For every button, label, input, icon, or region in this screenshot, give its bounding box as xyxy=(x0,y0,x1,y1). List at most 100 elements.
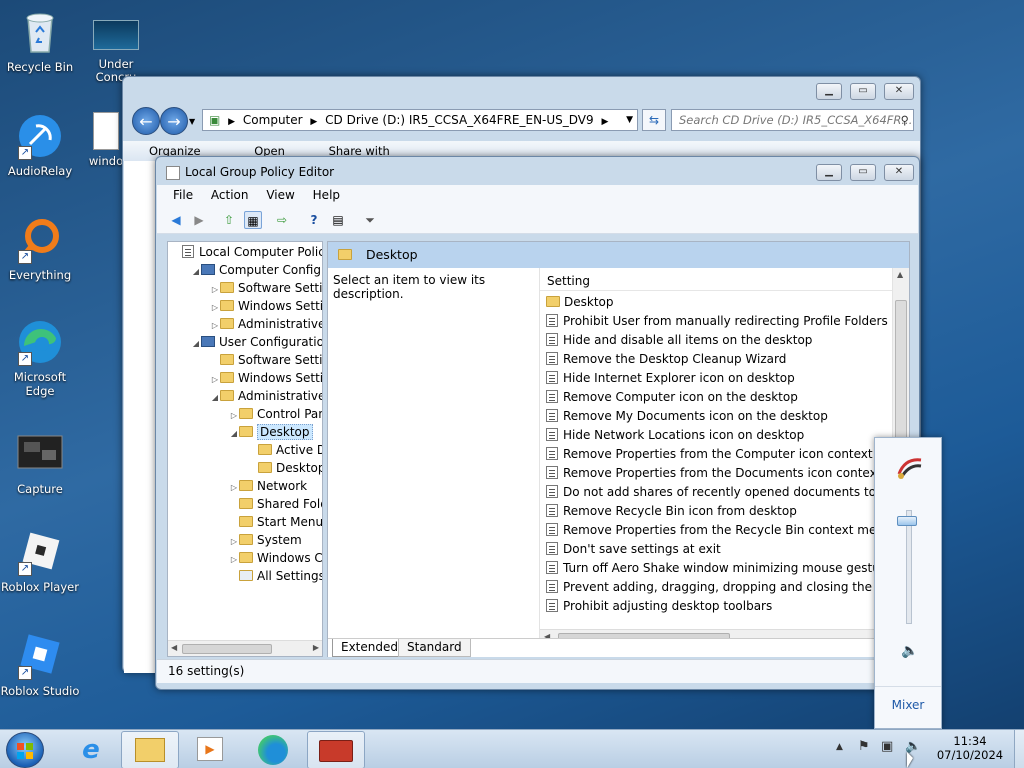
setting-row[interactable]: Remove Properties from the Recycle Bin c… xyxy=(540,521,892,540)
refresh-button[interactable]: ⇆ xyxy=(642,109,666,131)
help-icon[interactable]: ? xyxy=(305,211,323,229)
setting-row[interactable]: Prevent adding, dragging, dropping and c… xyxy=(540,578,892,597)
setting-row[interactable]: Prohibit adjusting desktop toolbars xyxy=(540,597,892,616)
desktop-icon-capture[interactable]: Capture xyxy=(0,430,80,496)
desktop-icon-everything[interactable]: ↗ Everything xyxy=(0,216,80,282)
address-bar[interactable]: ▣ ▶ Computer ▶ CD Drive (D:) IR5_CCSA_X6… xyxy=(202,109,638,131)
taskbar-file-explorer[interactable] xyxy=(121,731,179,768)
setting-row[interactable]: Hide Network Locations icon on desktop xyxy=(540,426,892,445)
tree-node[interactable]: ▷Windows Cor xyxy=(168,549,322,567)
tree-node[interactable]: ▷Administrative Te xyxy=(168,315,322,333)
setting-row[interactable]: Remove Computer icon on the desktop xyxy=(540,388,892,407)
history-dropdown-icon[interactable]: ▼ xyxy=(189,117,195,126)
tree-node[interactable]: ▷ System xyxy=(168,531,322,549)
close-button[interactable]: ✕ xyxy=(884,83,914,100)
address-dropdown-icon[interactable]: ▼ xyxy=(626,110,633,130)
setting-row[interactable]: Hide Internet Explorer icon on desktop xyxy=(540,369,892,388)
desktop-icon-roblox-studio[interactable]: ↗ Roblox Studio xyxy=(0,632,80,698)
search-box[interactable]: Search CD Drive (D:) IR5_CCSA_X64FR... ⚲ xyxy=(671,109,914,131)
mixer-link[interactable]: Mixer xyxy=(875,698,941,712)
back-arrow-icon[interactable]: ◀ xyxy=(167,211,185,229)
tree-node[interactable]: ▷ Network xyxy=(168,477,322,495)
maximize-button[interactable]: ▭ xyxy=(850,164,876,181)
tree-node[interactable]: Start Menu ar xyxy=(168,513,322,531)
desktop-icon-roblox-player[interactable]: ↗ Roblox Player xyxy=(0,528,80,594)
desktop-icon-under-construction[interactable]: Under Concru xyxy=(78,8,154,84)
tree-horizontal-scrollbar[interactable]: ◀ ▶ xyxy=(168,640,322,656)
close-button[interactable]: ✕ xyxy=(884,164,914,181)
tree-node[interactable]: Software Settings xyxy=(168,351,322,369)
tree-node[interactable]: ◢Administrative Te xyxy=(168,387,322,405)
setting-row[interactable]: Turn off Aero Shake window minimizing mo… xyxy=(540,559,892,578)
tree-node[interactable]: ◢ User Configuration xyxy=(168,333,322,351)
show-hidden-icons-button[interactable]: ▲ xyxy=(836,742,843,752)
taskbar-edge[interactable] xyxy=(244,731,302,768)
setting-row[interactable]: Do not add shares of recently opened doc… xyxy=(540,483,892,502)
forward-button[interactable]: → xyxy=(160,107,188,135)
setting-folder-row[interactable]: Desktop xyxy=(540,293,892,312)
setting-row[interactable]: Remove Recycle Bin icon from desktop xyxy=(540,502,892,521)
setting-row[interactable]: Don't save settings at exit xyxy=(540,540,892,559)
setting-row[interactable]: Hide and disable all items on the deskto… xyxy=(540,331,892,350)
volume-slider-thumb[interactable] xyxy=(897,516,917,527)
tree-node[interactable]: Shared Folder xyxy=(168,495,322,513)
tree-pane[interactable]: Local Computer Policy ◢Computer Configura… xyxy=(167,241,323,657)
tree-node[interactable]: All Settings xyxy=(168,567,322,585)
setting-row[interactable]: Remove Properties from the Documents ico… xyxy=(540,464,892,483)
tree-node[interactable]: Active Dir xyxy=(168,441,322,459)
tree-node[interactable]: Local Computer Policy xyxy=(168,243,322,261)
forward-arrow-icon[interactable]: ▶ xyxy=(190,211,208,229)
minimize-button[interactable]: ▁ xyxy=(816,83,842,100)
taskbar-media-player[interactable]: ▶ xyxy=(181,731,239,768)
export-list-icon[interactable]: ⇨ xyxy=(273,211,291,229)
scroll-up-icon[interactable]: ▲ xyxy=(897,270,903,279)
tree-node[interactable]: ◢Computer Configura xyxy=(168,261,322,279)
up-folder-icon[interactable]: ⇧ xyxy=(220,211,238,229)
network-icon[interactable]: ▣ xyxy=(881,739,893,754)
tab-standard[interactable]: Standard xyxy=(398,639,471,657)
taskbar-group-policy-editor[interactable] xyxy=(307,731,365,768)
search-input[interactable]: Search CD Drive (D:) IR5_CCSA_X64FR... xyxy=(679,113,912,127)
show-desktop-button[interactable] xyxy=(1014,730,1024,768)
tree-node[interactable]: Desktop xyxy=(168,459,322,477)
menu-view[interactable]: View xyxy=(266,188,294,202)
tree-node[interactable]: ◢ Desktop xyxy=(168,423,322,441)
tree-node[interactable]: ▷Windows Setting xyxy=(168,369,322,387)
menu-action[interactable]: Action xyxy=(211,188,249,202)
back-button[interactable]: ← xyxy=(132,107,160,135)
maximize-button[interactable]: ▭ xyxy=(850,83,876,100)
action-center-flag-icon[interactable]: ⚑ xyxy=(858,739,870,754)
speaker-mute-icon[interactable]: 🔈 xyxy=(901,643,918,659)
volume-slider-track[interactable] xyxy=(906,510,912,624)
speakers-device-icon[interactable] xyxy=(895,452,925,482)
scroll-thumb[interactable] xyxy=(182,644,272,654)
setting-row[interactable]: Remove Properties from the Computer icon… xyxy=(540,445,892,464)
filter-icon[interactable]: ⏷ xyxy=(361,211,379,229)
start-button[interactable] xyxy=(6,732,44,768)
show-tree-icon[interactable]: ▦ xyxy=(244,211,262,229)
settings-list-view[interactable]: Setting Desktop Prohibit User from manual… xyxy=(539,268,909,656)
tree-node[interactable]: ▷Control Panel xyxy=(168,405,322,423)
setting-row[interactable]: Prohibit User from manually redirecting … xyxy=(540,312,892,331)
taskbar-internet-explorer[interactable]: e xyxy=(62,731,120,768)
setting-row[interactable]: Remove the Desktop Cleanup Wizard xyxy=(540,350,892,369)
breadcrumb-cd-drive[interactable]: CD Drive (D:) IR5_CCSA_X64FRE_EN-US_DV9 xyxy=(325,113,594,127)
setting-row[interactable]: Remove My Documents icon on the desktop xyxy=(540,407,892,426)
desktop-icon-recycle-bin[interactable]: Recycle Bin xyxy=(0,8,80,74)
menu-file[interactable]: File xyxy=(173,188,193,202)
tree-node[interactable]: ▷Windows Setting xyxy=(168,297,322,315)
properties-icon[interactable]: ▤ xyxy=(329,211,347,229)
minimize-button[interactable]: ▁ xyxy=(816,164,842,181)
menu-help[interactable]: Help xyxy=(313,188,340,202)
details-pane[interactable]: Desktop Select an item to view its descr… xyxy=(327,241,910,657)
breadcrumb-computer[interactable]: Computer xyxy=(243,113,303,127)
tree-node[interactable]: ▷Software Settings xyxy=(168,279,322,297)
clock[interactable]: 11:34 07/10/2024 xyxy=(930,734,1010,762)
scroll-right-icon[interactable]: ▶ xyxy=(313,643,319,652)
tab-extended[interactable]: Extended xyxy=(332,639,407,657)
gpedit-window[interactable]: Local Group Policy Editor ▁ ▭ ✕ File Act… xyxy=(155,156,920,690)
column-header-setting[interactable]: Setting xyxy=(540,271,892,291)
desktop-icon-audiorelay[interactable]: ↗ AudioRelay xyxy=(0,112,80,178)
scroll-left-icon[interactable]: ◀ xyxy=(171,643,177,652)
desktop-icon-windows-file[interactable]: windo xyxy=(86,112,126,168)
